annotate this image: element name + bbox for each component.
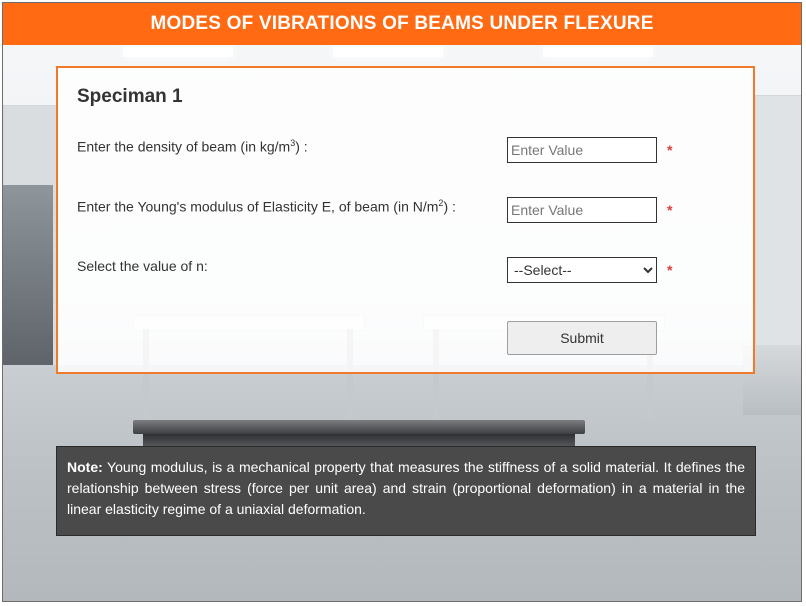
wall-panel [755,95,801,377]
density-label: Enter the density of beam (in kg/m3) : [77,138,308,155]
note-prefix: Note: [67,459,103,475]
density-label-suffix: ) : [295,138,308,155]
ceiling-light [123,47,233,57]
ceiling-light [543,47,653,57]
note-text: Young modulus, is a mechanical property … [67,459,745,517]
youngs-required-mark: * [667,202,673,218]
density-label-text: Enter the density of beam (in kg/m [77,138,291,155]
n-value-required-mark: * [667,262,673,278]
n-value-select[interactable]: --Select-- [507,257,657,283]
submit-button[interactable]: Submit [507,321,657,355]
n-value-label: Select the value of n: [77,258,208,274]
note-box: Note: Young modulus, is a mechanical pro… [56,446,756,536]
youngs-modulus-label: Enter the Young's modulus of Elasticity … [77,198,456,215]
ceiling-light [333,47,443,57]
pedestal-top [133,420,585,434]
cabinet [3,185,53,375]
panel-title: Speciman 1 [77,86,183,107]
density-input[interactable] [507,137,657,163]
app-frame: MODES OF VIBRATIONS OF BEAMS UNDER FLEXU… [2,2,802,602]
page-header: MODES OF VIBRATIONS OF BEAMS UNDER FLEXU… [3,3,801,45]
page-title: MODES OF VIBRATIONS OF BEAMS UNDER FLEXU… [150,13,654,34]
youngs-modulus-input[interactable] [507,197,657,223]
density-required-mark: * [667,142,673,158]
youngs-label-text: Enter the Young's modulus of Elasticity … [77,198,439,215]
specimen-form-panel: Speciman 1 Enter the density of beam (in… [56,66,755,374]
youngs-label-suffix: ) : [443,198,456,215]
